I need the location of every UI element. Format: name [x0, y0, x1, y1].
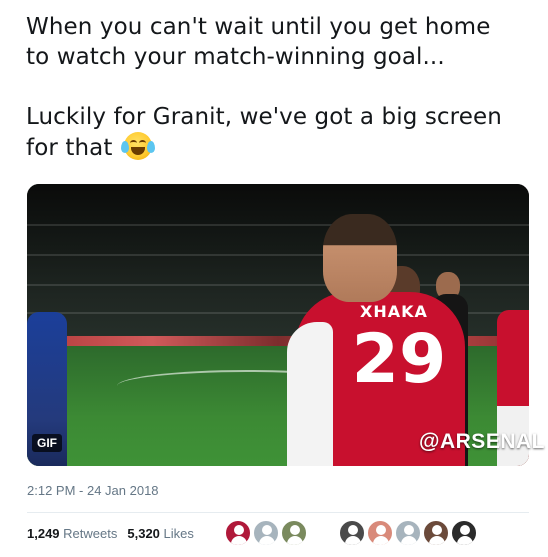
- tweet-line-3: Luckily for Granit, we've got a big scre…: [26, 104, 502, 130]
- tweet-line-1: When you can't wait until you get home: [26, 14, 491, 40]
- engagement-stats: 1,249 Retweets 5,320 Likes: [27, 526, 194, 541]
- retweets-link[interactable]: 1,249 Retweets: [27, 526, 117, 541]
- tears-of-joy-icon: [120, 132, 155, 160]
- tweet-line-2: to watch your match-winning goal...: [26, 44, 445, 70]
- tweet-line-4-text: for that: [26, 135, 113, 161]
- retweets-count: 1,249: [27, 526, 60, 541]
- retweets-label: Retweets: [63, 526, 118, 541]
- gif-media[interactable]: XHAKA 29: [27, 184, 529, 466]
- arsenal-watermark: @ARSENAL: [419, 430, 545, 453]
- liker-avatar[interactable]: [451, 520, 477, 546]
- likes-label: Likes: [163, 526, 194, 541]
- liker-avatar[interactable]: [339, 520, 365, 546]
- divider: [27, 512, 529, 513]
- likes-count: 5,320: [127, 526, 160, 541]
- likes-link[interactable]: 5,320 Likes: [127, 526, 194, 541]
- gif-badge: GIF: [32, 434, 62, 452]
- liker-avatar[interactable]: [281, 520, 307, 546]
- shirt-name: XHAKA: [360, 302, 428, 321]
- liker-avatar[interactable]: [367, 520, 393, 546]
- tweet-text: When you can't wait until you get home t…: [26, 12, 536, 163]
- main-player: XHAKA 29: [287, 214, 465, 466]
- liker-avatar[interactable]: [253, 520, 279, 546]
- tweet-timestamp[interactable]: 2:12 PM - 24 Jan 2018: [27, 483, 159, 498]
- liker-avatar[interactable]: [423, 520, 449, 546]
- shirt-number: 29: [351, 320, 447, 399]
- liker-avatar[interactable]: [395, 520, 421, 546]
- tweet-line-4: for that: [26, 132, 536, 163]
- liker-avatar[interactable]: [225, 520, 251, 546]
